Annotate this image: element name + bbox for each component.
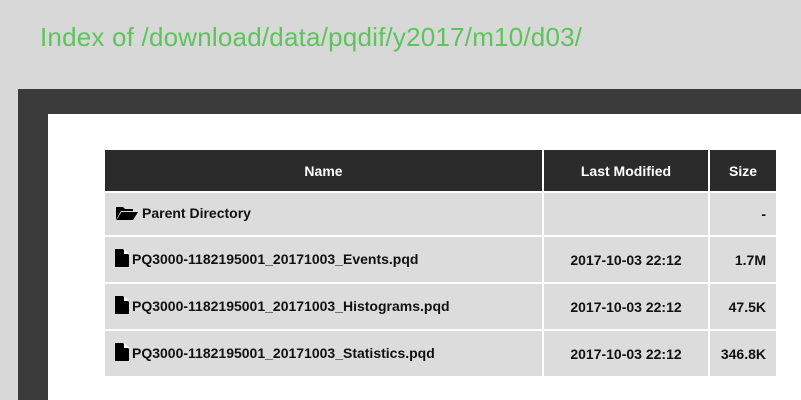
table-row: PQ3000-1182195001_20171003_Statistics.pq…: [105, 331, 776, 376]
table-header-row: Name Last Modified Size: [105, 150, 776, 191]
parent-directory-link[interactable]: Parent Directory: [142, 205, 251, 221]
parent-directory-cell: Parent Directory: [105, 193, 542, 235]
file-name-cell: PQ3000-1182195001_20171003_Events.pqd: [105, 237, 542, 282]
file-name-cell: PQ3000-1182195001_20171003_Statistics.pq…: [105, 331, 542, 376]
directory-listing-table: Name Last Modified Size Parent Directory: [103, 148, 778, 378]
column-header-last-modified[interactable]: Last Modified: [544, 150, 708, 191]
file-size-cell: 1.7M: [710, 237, 776, 282]
file-icon: [115, 296, 129, 317]
file-modified-cell: 2017-10-03 22:12: [544, 284, 708, 329]
content-panel: Name Last Modified Size Parent Directory: [48, 114, 801, 400]
file-size-cell: 47.5K: [710, 284, 776, 329]
file-icon: [115, 249, 129, 270]
file-name-cell: PQ3000-1182195001_20171003_Histograms.pq…: [105, 284, 542, 329]
file-icon: [115, 343, 129, 364]
column-header-size[interactable]: Size: [710, 150, 776, 191]
folder-open-icon: [115, 205, 139, 224]
parent-modified-cell: [544, 193, 708, 235]
file-link[interactable]: PQ3000-1182195001_20171003_Histograms.pq…: [132, 298, 450, 314]
file-link[interactable]: PQ3000-1182195001_20171003_Events.pqd: [132, 251, 418, 267]
parent-directory-row: Parent Directory -: [105, 193, 776, 235]
column-header-name[interactable]: Name: [105, 150, 542, 191]
table-row: PQ3000-1182195001_20171003_Histograms.pq…: [105, 284, 776, 329]
file-modified-cell: 2017-10-03 22:12: [544, 237, 708, 282]
page-title: Index of /download/data/pqdif/y2017/m10/…: [40, 22, 583, 52]
parent-size-cell: -: [710, 193, 776, 235]
file-link[interactable]: PQ3000-1182195001_20171003_Statistics.pq…: [132, 345, 435, 361]
table-row: PQ3000-1182195001_20171003_Events.pqd 20…: [105, 237, 776, 282]
content-frame: Name Last Modified Size Parent Directory: [18, 89, 801, 400]
file-size-cell: 346.8K: [710, 331, 776, 376]
file-modified-cell: 2017-10-03 22:12: [544, 331, 708, 376]
